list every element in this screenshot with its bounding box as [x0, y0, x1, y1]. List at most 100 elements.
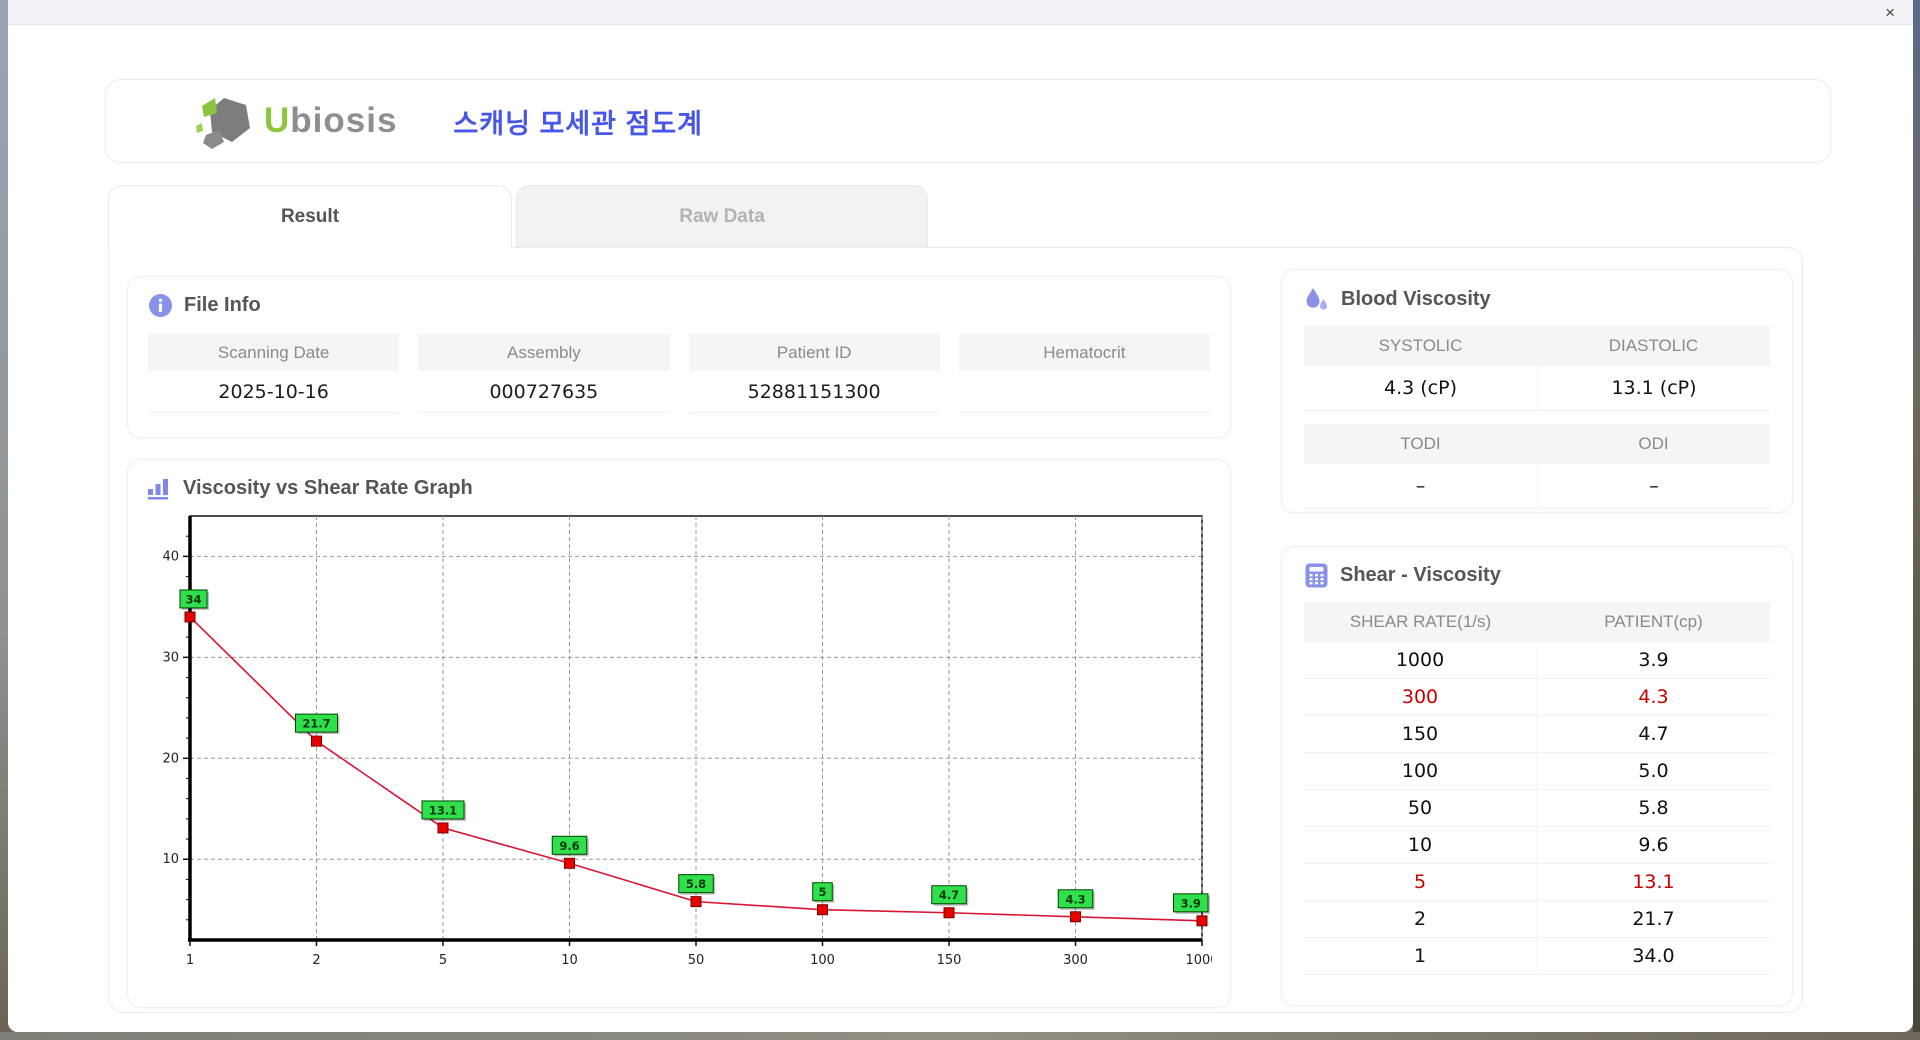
file-info-title-row: File Info	[148, 293, 1210, 318]
svg-text:1000: 1000	[1185, 953, 1212, 968]
svg-text:50: 50	[688, 953, 705, 968]
file-info-field-value: 000727635	[418, 371, 670, 413]
table-row: 2 21.7	[1304, 901, 1770, 938]
shear-rate-cell: 1000	[1304, 642, 1537, 678]
tab-bar: Result Raw Data	[108, 185, 928, 248]
svg-text:10: 10	[162, 852, 179, 867]
svg-text:9.6: 9.6	[559, 839, 579, 853]
shear-table: SHEAR RATE(1/s) PATIENT(cp) 1000 3.9 300 4.…	[1304, 602, 1770, 975]
shear-viscosity-title-row: Shear - Viscosity	[1304, 563, 1770, 588]
left-column: File Info Scanning Date 2025-10-16 Assembl…	[127, 269, 1231, 1008]
shear-rate-cell: 2	[1304, 901, 1537, 937]
logo-letter-u: U	[264, 101, 291, 140]
result-panel: File Info Scanning Date 2025-10-16 Assembl…	[108, 247, 1803, 1013]
desktop-edge-right	[1913, 0, 1920, 1040]
file-info-title: File Info	[184, 294, 261, 316]
file-info-fields: Scanning Date 2025-10-16 Assembly 000727635…	[148, 334, 1210, 413]
table-row: 5 13.1	[1304, 864, 1770, 901]
file-info-field: Hematocrit	[958, 334, 1210, 413]
svg-text:30: 30	[162, 650, 179, 665]
svg-text:3.9: 3.9	[1181, 896, 1201, 910]
table-row: 1000 3.9	[1304, 642, 1770, 679]
shear-col-header-rate: SHEAR RATE(1/s)	[1349, 612, 1492, 631]
svg-text:2: 2	[312, 953, 320, 968]
blood-viscosity-title-row: Blood Viscosity	[1304, 286, 1770, 313]
table-row: 300 4.3	[1304, 679, 1770, 716]
svg-text:5.8: 5.8	[686, 877, 706, 891]
table-row: 50 5.8	[1304, 790, 1770, 827]
patient-viscosity-cell: 9.6	[1638, 834, 1669, 856]
bv-metric-value: 13.1 (cP)	[1537, 366, 1770, 411]
bv-metric-value: –	[1537, 464, 1770, 509]
shear-col-header-patient: PATIENT(cp)	[1604, 612, 1703, 631]
bv-metric-label: DIASTOLIC	[1537, 326, 1770, 366]
patient-viscosity-cell: 5.0	[1638, 760, 1669, 782]
file-info-field-label: Hematocrit	[958, 334, 1210, 371]
blood-viscosity-band: TODI ODI – –	[1304, 424, 1770, 509]
bv-metric-value: 4.3 (cP)	[1304, 366, 1537, 411]
app-window: × Ubiosis 스캐닝 모세관 점도계 Result Raw Data Fi…	[8, 0, 1913, 1032]
info-icon	[149, 294, 172, 317]
window-titlebar: ×	[8, 0, 1913, 25]
bv-metric-value: –	[1304, 464, 1537, 509]
viscosity-chart: 1 2 5 10 50 100 150 300 1000 10 20 30 40 34 21.7 13.1 9.…	[146, 508, 1219, 991]
file-info-field-value: 52881151300	[688, 371, 940, 413]
ubiosis-logo-icon	[196, 98, 250, 149]
app-title: 스캐닝 모세관 점도계	[453, 108, 703, 139]
shear-rate-cell: 10	[1304, 827, 1537, 863]
file-info-field-value: 2025-10-16	[148, 371, 400, 413]
patient-viscosity-cell: 3.9	[1638, 649, 1669, 671]
patient-viscosity-cell: 4.3	[1638, 686, 1669, 708]
svg-text:100: 100	[810, 953, 835, 968]
viscosity-chart-svg: 1 2 5 10 50 100 150 300 1000 10 20 30 40 34 21.7 13.1 9.…	[162, 515, 1219, 968]
blood-viscosity-card: Blood Viscosity SYSTOLIC DIASTOLIC 4.3 (cP…	[1281, 269, 1793, 513]
bv-metric-label: ODI	[1537, 424, 1770, 464]
svg-text:20: 20	[162, 751, 179, 766]
table-row: 1 34.0	[1304, 938, 1770, 975]
svg-text:5: 5	[439, 953, 447, 968]
logo-letters-rest: biosis	[290, 101, 398, 140]
close-icon[interactable]: ×	[1881, 4, 1899, 21]
table-row: 150 4.7	[1304, 716, 1770, 753]
patient-viscosity-cell: 34.0	[1632, 945, 1675, 967]
svg-text:5: 5	[818, 885, 826, 899]
file-info-field: Scanning Date 2025-10-16	[148, 334, 400, 413]
blood-viscosity-bands: SYSTOLIC DIASTOLIC 4.3 (cP) 13.1 (cP) TODI OD…	[1304, 326, 1770, 509]
table-row: 100 5.0	[1304, 753, 1770, 790]
file-info-card: File Info Scanning Date 2025-10-16 Assembl…	[127, 276, 1231, 438]
svg-text:1: 1	[186, 953, 194, 968]
ubiosis-logo: Ubiosis	[194, 90, 397, 152]
shear-rate-cell: 150	[1304, 716, 1537, 752]
svg-text:4.7: 4.7	[939, 888, 959, 902]
tab-raw-data[interactable]: Raw Data	[516, 185, 928, 248]
logo-text: Ubiosis	[264, 101, 397, 141]
file-info-field-value	[958, 371, 1210, 413]
patient-viscosity-cell: 5.8	[1638, 797, 1669, 819]
file-info-field-label: Patient ID	[688, 334, 940, 371]
shear-rate-cell: 5	[1304, 864, 1537, 900]
shear-viscosity-card: Shear - Viscosity SHEAR RATE(1/s) PATIEN…	[1281, 546, 1793, 1006]
patient-viscosity-cell: 21.7	[1632, 908, 1675, 930]
table-row: 10 9.6	[1304, 827, 1770, 864]
svg-text:34: 34	[185, 592, 201, 606]
patient-viscosity-cell: 4.7	[1638, 723, 1669, 745]
shear-table-header: SHEAR RATE(1/s) PATIENT(cp)	[1304, 602, 1770, 642]
shear-viscosity-title: Shear - Viscosity	[1340, 564, 1501, 586]
right-column: Blood Viscosity SYSTOLIC DIASTOLIC 4.3 (cP…	[1281, 269, 1793, 1008]
page-content: Ubiosis 스캐닝 모세관 점도계 Result Raw Data File…	[8, 25, 1913, 1032]
shear-rate-cell: 50	[1304, 790, 1537, 826]
svg-text:300: 300	[1063, 953, 1088, 968]
svg-text:150: 150	[937, 953, 962, 968]
bv-metric-label: SYSTOLIC	[1304, 326, 1537, 366]
bv-metric-label: TODI	[1304, 424, 1537, 464]
desktop-edge-bottom	[0, 1032, 1920, 1040]
graph-card: Viscosity vs Shear Rate Graph 1 2 5 10 50 100…	[127, 459, 1231, 1008]
file-info-field: Patient ID 52881151300	[688, 334, 940, 413]
tab-result[interactable]: Result	[108, 185, 512, 248]
file-info-field-label: Scanning Date	[148, 334, 400, 371]
shear-rate-cell: 100	[1304, 753, 1537, 789]
svg-text:4.3: 4.3	[1065, 892, 1085, 906]
app-header-card: Ubiosis 스캐닝 모세관 점도계	[105, 79, 1831, 163]
svg-text:13.1: 13.1	[429, 803, 457, 817]
shear-table-body: 1000 3.9 300 4.3 150 4.7 100 5.0 50 5.8 10 9.6 5 13.1…	[1304, 642, 1770, 975]
